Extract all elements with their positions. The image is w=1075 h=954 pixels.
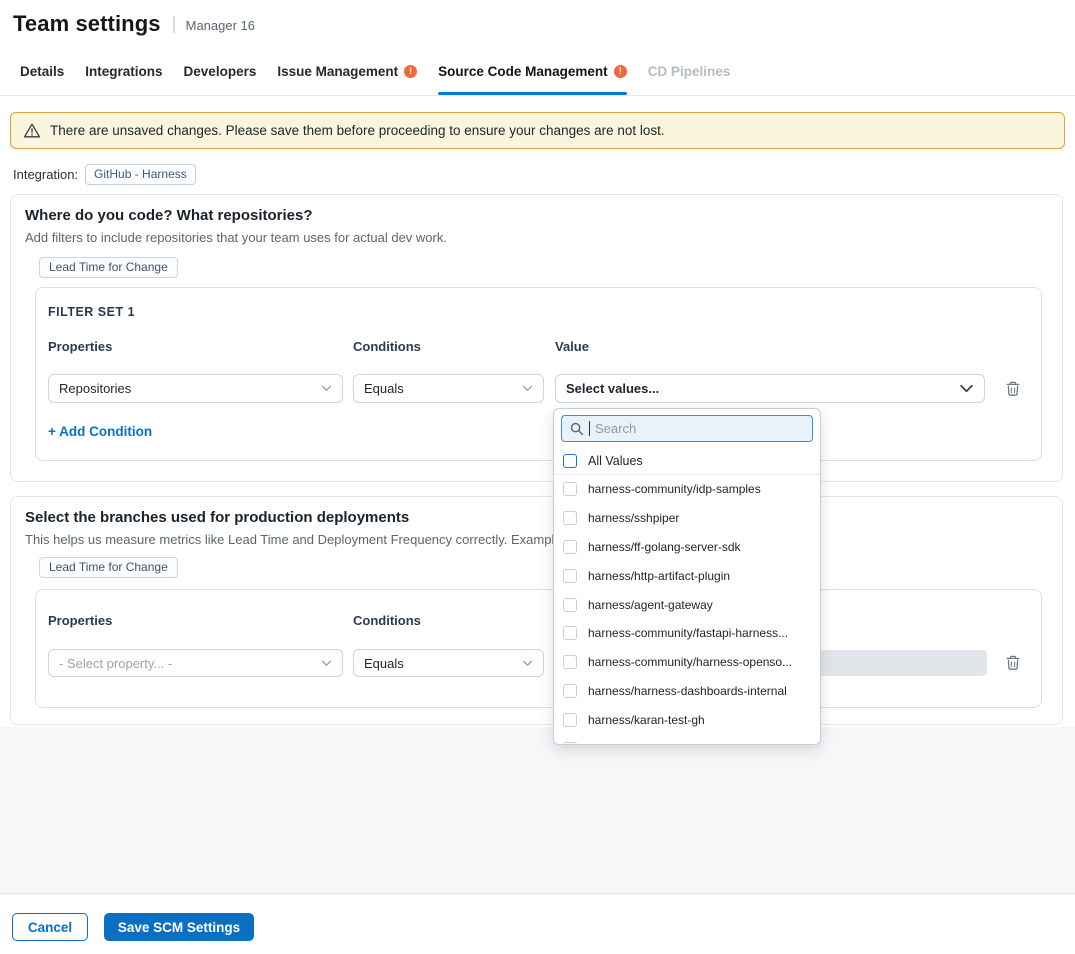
property-select[interactable]: Repositories: [48, 374, 343, 403]
repositories-section-card: Where do you code? What repositories? Ad…: [10, 194, 1063, 482]
option-checkbox[interactable]: [563, 713, 577, 727]
repository-option[interactable]: harness/agent-gateway: [554, 590, 820, 619]
chevron-down-icon: [959, 384, 974, 393]
all-values-checkbox[interactable]: [563, 454, 577, 468]
search-icon: [570, 422, 584, 436]
chevron-down-icon: [522, 660, 533, 667]
delete-filter-icon[interactable]: [1005, 380, 1021, 397]
option-checkbox[interactable]: [563, 655, 577, 669]
option-checkbox[interactable]: [563, 540, 577, 554]
repository-options-list: harness-community/idp-samples harness/ss…: [554, 475, 820, 745]
page-header: Team settings Manager 16: [13, 11, 255, 37]
repository-option[interactable]: harness/http-artifact-plugin: [554, 561, 820, 590]
option-checkbox[interactable]: [563, 684, 577, 698]
repository-option[interactable]: harness-community/harness-openso...: [554, 648, 820, 677]
warning-badge-icon: !: [614, 65, 627, 78]
add-condition-button[interactable]: + Add Condition: [48, 424, 152, 439]
cancel-button[interactable]: Cancel: [12, 913, 88, 941]
repository-option[interactable]: harness/ff-golang-server-sdk: [554, 533, 820, 562]
repos-section-title: Where do you code? What repositories?: [25, 207, 313, 224]
branches-section-subtitle: This helps us measure metrics like Lead …: [25, 532, 573, 547]
branches-filter-card: Properties Conditions - Select property.…: [35, 589, 1042, 708]
chevron-down-icon: [522, 385, 533, 392]
save-scm-settings-button[interactable]: Save SCM Settings: [104, 913, 254, 941]
team-settings-page: Team settings Manager 16 Details Integra…: [0, 0, 1075, 954]
title-separator: [173, 16, 175, 33]
tab-issue-management[interactable]: Issue Management !: [277, 47, 417, 95]
value-multiselect[interactable]: Select values...: [555, 374, 985, 403]
condition-select[interactable]: Equals: [353, 374, 544, 403]
branch-condition-select[interactable]: Equals: [353, 649, 544, 677]
tab-developers[interactable]: Developers: [184, 47, 257, 95]
option-checkbox[interactable]: [563, 598, 577, 612]
option-checkbox[interactable]: [563, 742, 577, 745]
value-column-label: Value: [555, 339, 589, 354]
tab-bar: Details Integrations Developers Issue Ma…: [0, 47, 1075, 96]
repository-option[interactable]: harness-community/idp-samples: [554, 475, 820, 504]
content-background: [0, 727, 1075, 893]
tab-integrations[interactable]: Integrations: [85, 47, 162, 95]
properties-column-label: Properties: [48, 613, 112, 628]
branches-section-title: Select the branches used for production …: [25, 509, 409, 526]
branch-property-select[interactable]: - Select property... -: [48, 649, 343, 677]
properties-column-label: Properties: [48, 339, 112, 354]
option-checkbox[interactable]: [563, 482, 577, 496]
filter-set-1-card: FILTER SET 1 Properties Conditions Value…: [35, 287, 1042, 461]
chevron-down-icon: [321, 385, 332, 392]
option-checkbox[interactable]: [563, 569, 577, 583]
lead-time-chip: Lead Time for Change: [39, 557, 178, 578]
branches-section-card: Select the branches used for production …: [10, 496, 1063, 725]
repository-option[interactable]: harness/…: [554, 734, 820, 745]
delete-filter-icon[interactable]: [1005, 654, 1021, 671]
repository-option[interactable]: harness/harness-dashboards-internal: [554, 677, 820, 706]
option-checkbox[interactable]: [563, 626, 577, 640]
repos-section-subtitle: Add filters to include repositories that…: [25, 230, 447, 245]
text-cursor: [589, 421, 590, 436]
all-values-option[interactable]: All Values: [554, 448, 820, 474]
search-placeholder: Search: [595, 421, 636, 436]
filter-set-title: FILTER SET 1: [48, 305, 135, 319]
warning-badge-icon: !: [404, 65, 417, 78]
tab-details[interactable]: Details: [20, 47, 64, 95]
footer-bar: Cancel Save SCM Settings: [0, 893, 1075, 954]
lead-time-chip: Lead Time for Change: [39, 257, 178, 278]
unsaved-changes-banner: There are unsaved changes. Please save t…: [10, 112, 1065, 149]
integration-label: Integration:: [13, 167, 78, 182]
chevron-down-icon: [321, 660, 332, 667]
option-checkbox[interactable]: [563, 511, 577, 525]
value-dropdown-panel: Search All Values harness-community/idp-…: [553, 408, 821, 745]
banner-text: There are unsaved changes. Please save t…: [50, 123, 665, 138]
repository-option[interactable]: harness-community/fastapi-harness...: [554, 619, 820, 648]
tab-cd-pipelines: CD Pipelines: [648, 47, 731, 95]
warning-triangle-icon: [23, 122, 41, 139]
integration-row: Integration: GitHub - Harness: [13, 163, 196, 185]
conditions-column-label: Conditions: [353, 613, 421, 628]
integration-chip[interactable]: GitHub - Harness: [85, 164, 196, 185]
conditions-column-label: Conditions: [353, 339, 421, 354]
repository-option[interactable]: harness/karan-test-gh: [554, 705, 820, 734]
tab-source-code-management[interactable]: Source Code Management !: [438, 47, 627, 95]
team-name: Manager 16: [186, 16, 255, 33]
page-title: Team settings: [13, 11, 161, 37]
search-input[interactable]: Search: [561, 415, 813, 442]
repository-option[interactable]: harness/sshpiper: [554, 504, 820, 533]
